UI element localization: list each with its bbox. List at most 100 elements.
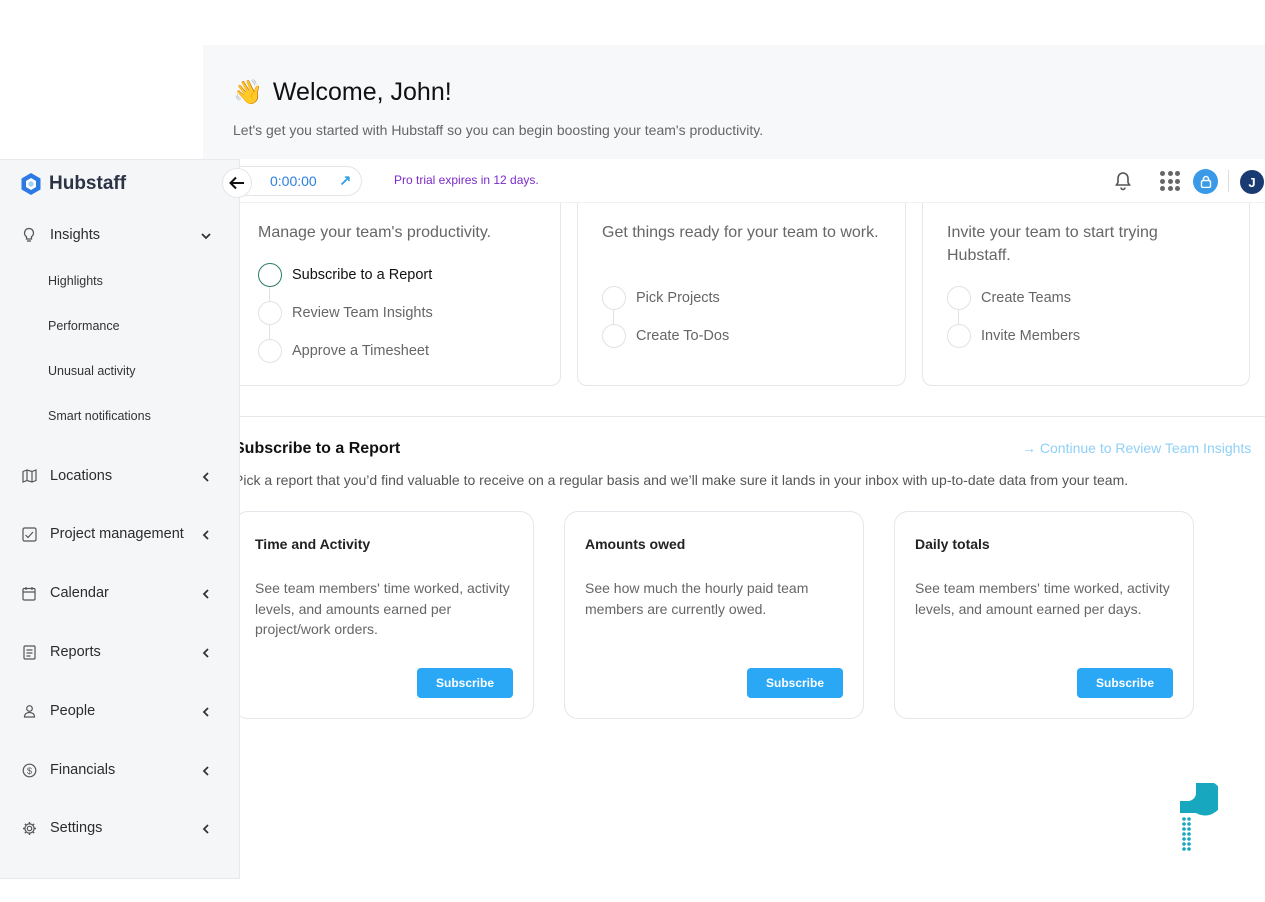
step-label: Invite Members — [981, 328, 1081, 344]
step-label: Review Team Insights — [292, 305, 433, 321]
sidebar-item-label: Locations — [50, 468, 113, 484]
svg-text:$: $ — [26, 765, 31, 775]
person-icon — [21, 703, 37, 719]
report-card-description: See how much the hourly paid team member… — [585, 580, 809, 617]
continue-link[interactable]: → Continue to Review Team Insights — [1022, 440, 1251, 456]
timer-widget[interactable]: 0:00:00 ↗ — [240, 166, 362, 196]
notifications-bell-icon[interactable] — [1113, 170, 1133, 192]
sidebar-item-settings[interactable]: Settings — [0, 810, 239, 846]
chevron-left-icon — [200, 528, 212, 540]
step-status-icon — [602, 324, 626, 348]
report-card-title: Time and Activity — [255, 536, 371, 552]
step-card-description: Get things ready for your team to work. — [602, 224, 879, 241]
sidebar-subitem-performance[interactable]: Performance — [48, 319, 120, 333]
step-status-icon — [947, 286, 971, 310]
step-label: Approve a Timesheet — [292, 343, 430, 359]
sidebar-item-locations[interactable]: Locations — [0, 458, 239, 494]
sidebar-item-label: Settings — [50, 820, 103, 836]
welcome-heading: 👋 Welcome, John! — [233, 78, 452, 107]
user-avatar[interactable]: J — [1240, 170, 1264, 194]
report-card-daily-totals: Daily totals See team members' time work… — [894, 511, 1194, 719]
sidebar-item-label: Calendar — [50, 585, 109, 601]
report-card-title: Amounts owed — [585, 536, 686, 552]
hubstaff-logo-icon — [21, 173, 41, 195]
arrow-left-icon — [229, 176, 244, 190]
trial-notice[interactable]: Pro trial expires in 12 days. — [394, 173, 539, 187]
sidebar-item-label: Project management — [50, 526, 184, 542]
chevron-left-icon — [200, 764, 212, 776]
chevron-left-icon — [200, 470, 212, 482]
report-card-description: See team members' time worked, activity … — [255, 580, 510, 637]
step-pick-projects[interactable]: Pick Projects — [602, 286, 720, 310]
chevron-down-icon — [200, 229, 212, 241]
sidebar-item-label: Insights — [50, 227, 100, 243]
brand-name: Hubstaff — [49, 173, 127, 194]
subscribe-button[interactable]: Subscribe — [1077, 668, 1173, 698]
step-review-insights[interactable]: Review Team Insights — [258, 301, 433, 325]
step-label: Subscribe to a Report — [292, 267, 433, 283]
report-card-title: Daily totals — [915, 536, 990, 552]
divider — [1228, 170, 1229, 192]
step-create-todos[interactable]: Create To-Dos — [602, 324, 729, 348]
step-status-icon — [258, 263, 282, 287]
section-divider — [240, 416, 1265, 417]
subscribe-button[interactable]: Subscribe — [747, 668, 843, 698]
hubstaff-logo[interactable]: Hubstaff — [19, 172, 126, 196]
welcome-subtitle: Let's get you started with Hubstaff so y… — [233, 122, 764, 138]
sidebar-item-insights[interactable]: Insights — [0, 217, 239, 253]
sidebar-item-financials[interactable]: $ Financials — [0, 752, 239, 788]
subscribe-button[interactable]: Subscribe — [417, 668, 513, 698]
sidebar-item-project-management[interactable]: Project management — [0, 516, 239, 552]
step-status-icon — [258, 339, 282, 363]
sidebar-item-label: Financials — [50, 762, 116, 778]
step-status-icon — [947, 324, 971, 348]
sidebar-item-label: Reports — [50, 644, 101, 660]
step-label: Create To-Dos — [636, 328, 730, 344]
sidebar-item-label: People — [50, 703, 96, 719]
welcome-title: Welcome, John! — [272, 78, 452, 106]
step-label: Create Teams — [981, 290, 1071, 306]
collapse-sidebar-button[interactable] — [222, 168, 252, 198]
apps-grid-icon[interactable] — [1160, 171, 1180, 191]
sidebar-item-calendar[interactable]: Calendar — [0, 575, 239, 611]
step-card-description: Invite your team to start trying Hubstaf… — [947, 224, 1158, 264]
sidebar-subitem-unusual-activity[interactable]: Unusual activity — [48, 364, 136, 378]
report-icon — [21, 644, 37, 660]
chat-widget-icon[interactable] — [1178, 783, 1223, 853]
lightbulb-icon — [21, 227, 37, 243]
chevron-left-icon — [200, 587, 212, 599]
sidebar-subitem-highlights[interactable]: Highlights — [48, 274, 103, 288]
subscribe-section-description: Pick a report that you’d find valuable t… — [234, 472, 1129, 488]
step-subscribe-report[interactable]: Subscribe to a Report — [258, 263, 432, 287]
sidebar-item-people[interactable]: People — [0, 693, 239, 729]
sidebar-subitem-smart-notifications[interactable]: Smart notifications — [48, 409, 151, 423]
step-invite-members[interactable]: Invite Members — [947, 324, 1080, 348]
welcome-panel: 👋 Welcome, John! Let's get you started w… — [203, 45, 1265, 159]
chevron-left-icon — [200, 822, 212, 834]
step-create-teams[interactable]: Create Teams — [947, 286, 1071, 310]
step-label: Pick Projects — [636, 290, 720, 306]
step-approve-timesheet[interactable]: Approve a Timesheet — [258, 339, 429, 363]
step-card-setup: Get things ready for your team to work. … — [577, 180, 906, 386]
top-bar: 0:00:00 ↗ Pro trial expires in 12 days. … — [240, 159, 1265, 203]
timer-value: 0:00:00 — [270, 173, 317, 189]
subscribe-section-title: Subscribe to a Report — [234, 440, 401, 457]
step-status-icon — [258, 301, 282, 325]
step-card-productivity: Manage your team's productivity. Subscri… — [232, 180, 561, 386]
sidebar-item-reports[interactable]: Reports — [0, 634, 239, 670]
step-card-invite: Invite your team to start trying Hubstaf… — [922, 180, 1250, 386]
report-card-time-activity: Time and Activity See team members' time… — [234, 511, 534, 719]
sidebar: Hubstaff Insights Highlights Performance… — [0, 159, 240, 879]
lock-icon[interactable] — [1193, 169, 1218, 194]
calendar-icon — [21, 585, 37, 601]
open-timer-icon[interactable]: ↗ — [339, 172, 352, 190]
waving-hand-icon: 👋 — [233, 79, 263, 106]
report-card-description: See team members' time worked, activity … — [915, 580, 1170, 617]
checklist-icon — [21, 526, 37, 542]
step-status-icon — [602, 286, 626, 310]
chevron-left-icon — [200, 646, 212, 658]
map-icon — [21, 468, 37, 484]
chevron-left-icon — [200, 705, 212, 717]
step-card-description: Manage your team's productivity. — [258, 224, 492, 241]
report-card-amounts-owed: Amounts owed See how much the hourly pai… — [564, 511, 864, 719]
